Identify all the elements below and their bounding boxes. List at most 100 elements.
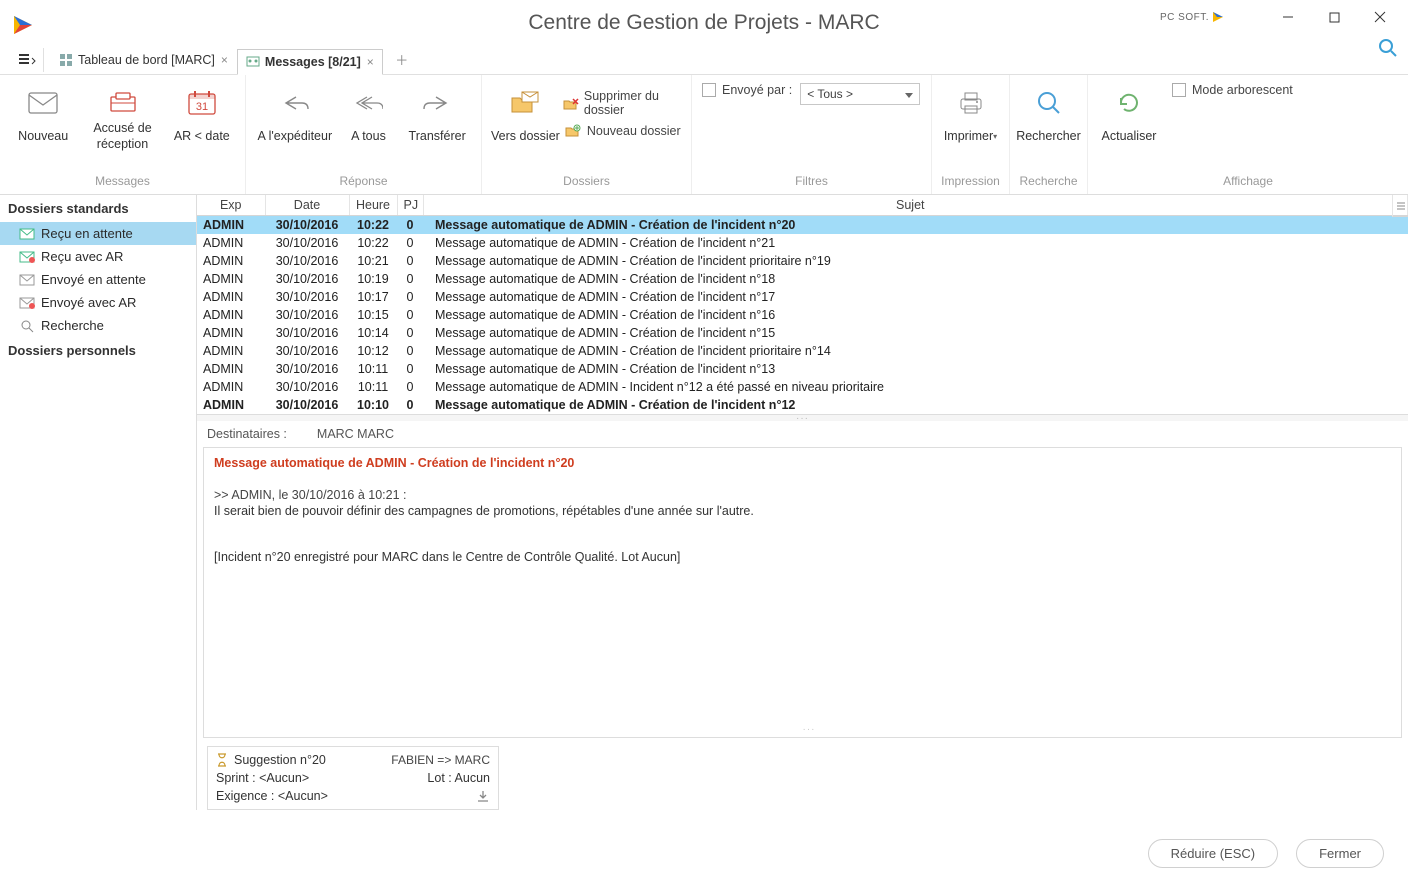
- reduce-button[interactable]: Réduire (ESC): [1148, 839, 1279, 868]
- branding-label: PC SOFT.: [1160, 10, 1225, 24]
- sidebar-section-standard: Dossiers standards: [0, 195, 196, 222]
- tree-mode-checkbox[interactable]: Mode arborescent: [1172, 83, 1293, 97]
- tab-dashboard[interactable]: Tableau de bord [MARC] ×: [50, 47, 237, 73]
- ribbon-refresh-button[interactable]: Actualiser: [1094, 79, 1164, 153]
- receipt-box-icon: [108, 85, 138, 121]
- ribbon-search-button[interactable]: Rechercher: [1016, 79, 1081, 153]
- ribbon-group-label: Filtres: [692, 172, 931, 194]
- add-tab-button[interactable]: ＋: [389, 50, 415, 69]
- mail-out-icon: [18, 274, 36, 286]
- table-row[interactable]: ADMIN30/10/201610:110Message automatique…: [197, 378, 1408, 396]
- mail-out-ar-icon: [18, 297, 36, 309]
- ribbon-to-folder-button[interactable]: Vers dossier: [488, 79, 563, 153]
- sidebar-item-sent-pending[interactable]: Envoyé en attente: [0, 268, 196, 291]
- calendar-icon: 31: [187, 85, 217, 121]
- sidebar-item-inbox-ar[interactable]: Reçu avec AR: [0, 245, 196, 268]
- dashboard-icon: [59, 53, 73, 67]
- table-row[interactable]: ADMIN30/10/201610:220Message automatique…: [197, 216, 1408, 235]
- folders-sidebar: Dossiers standards Reçu en attente Reçu …: [0, 195, 197, 810]
- folder-new-icon: [563, 124, 583, 138]
- ribbon-group-label: Messages: [0, 172, 245, 194]
- window-maximize-button[interactable]: [1311, 2, 1357, 32]
- quote-body: Il serait bien de pouvoir définir des ca…: [214, 504, 1391, 518]
- table-menu-button[interactable]: [1392, 195, 1408, 217]
- message-footer-note: [Incident n°20 enregistré pour MARC dans…: [214, 550, 1391, 564]
- tab-close-icon[interactable]: ×: [367, 55, 374, 69]
- sidebar-item-inbox-pending[interactable]: Reçu en attente: [0, 222, 196, 245]
- recipients-value: MARC MARC: [317, 427, 394, 441]
- mail-icon: [28, 85, 58, 121]
- close-button[interactable]: Fermer: [1296, 839, 1384, 868]
- ribbon-accuse-button[interactable]: Accusé de réception: [80, 79, 164, 153]
- col-header-sujet[interactable]: Sujet: [423, 195, 1408, 216]
- mail-ar-icon: [18, 251, 36, 263]
- ribbon-ardate-button[interactable]: 31 AR < date: [165, 79, 239, 153]
- app-logo: [10, 12, 36, 38]
- table-row[interactable]: ADMIN30/10/201610:100Message automatique…: [197, 396, 1408, 414]
- download-icon[interactable]: [476, 789, 490, 803]
- messages-pane: Exp Date Heure PJ Sujet ADMIN30/10/20161…: [197, 195, 1408, 810]
- search-icon: [18, 319, 36, 333]
- filter-sender-dropdown[interactable]: < Tous >: [800, 83, 920, 105]
- ribbon-delete-from-folder-button[interactable]: Supprimer du dossier: [563, 87, 685, 121]
- ribbon: Nouveau Accusé de réception 31 AR < date…: [0, 75, 1408, 195]
- tab-strip: Tableau de bord [MARC] × Messages [8/21]…: [0, 45, 1408, 75]
- table-row[interactable]: ADMIN30/10/201610:140Message automatique…: [197, 324, 1408, 342]
- quote-header: >> ADMIN, le 30/10/2016 à 10:21 :: [214, 488, 1391, 502]
- tab-list-menu-button[interactable]: [10, 48, 44, 72]
- col-header-date[interactable]: Date: [265, 195, 349, 216]
- move-to-folder-icon: [510, 85, 540, 121]
- ribbon-group-label: Impression: [932, 172, 1009, 194]
- ribbon-reply-button[interactable]: A l'expéditeur: [252, 79, 338, 153]
- printer-icon: [957, 85, 985, 121]
- sidebar-item-search[interactable]: Recherche: [0, 314, 196, 337]
- ribbon-reply-all-button[interactable]: A tous: [338, 79, 400, 153]
- table-row[interactable]: ADMIN30/10/201610:170Message automatique…: [197, 288, 1408, 306]
- recipients-row: Destinataires : MARC MARC: [197, 421, 1408, 447]
- reply-all-icon: [353, 85, 383, 121]
- ribbon-print-button[interactable]: Imprimer▾: [938, 79, 1003, 153]
- table-row[interactable]: ADMIN30/10/201610:210Message automatique…: [197, 252, 1408, 270]
- tab-label: Messages [8/21]: [265, 55, 361, 69]
- table-row[interactable]: ADMIN30/10/201610:220Message automatique…: [197, 234, 1408, 252]
- hourglass-icon: [216, 753, 228, 767]
- card-route: FABIEN => MARC: [391, 753, 490, 767]
- refresh-icon: [1116, 85, 1142, 121]
- folder-delete-icon: [563, 97, 580, 111]
- filter-sender-checkbox[interactable]: Envoyé par :: [702, 83, 792, 97]
- ribbon-forward-button[interactable]: Transférer: [399, 79, 475, 153]
- main-split: Dossiers standards Reçu en attente Reçu …: [0, 195, 1408, 810]
- tab-label: Tableau de bord [MARC]: [78, 53, 215, 67]
- ribbon-group-label: Dossiers: [482, 172, 691, 194]
- svg-text:31: 31: [196, 101, 208, 113]
- ribbon-new-folder-button[interactable]: Nouveau dossier: [563, 121, 685, 141]
- search-icon[interactable]: [1378, 38, 1398, 58]
- table-row[interactable]: ADMIN30/10/201610:120Message automatique…: [197, 342, 1408, 360]
- tab-close-icon[interactable]: ×: [221, 53, 228, 67]
- sidebar-item-sent-ar[interactable]: Envoyé avec AR: [0, 291, 196, 314]
- col-header-pj[interactable]: PJ: [397, 195, 423, 216]
- col-header-heure[interactable]: Heure: [349, 195, 397, 216]
- message-list: Exp Date Heure PJ Sujet ADMIN30/10/20161…: [197, 195, 1408, 415]
- table-row[interactable]: ADMIN30/10/201610:150Message automatique…: [197, 306, 1408, 324]
- tab-messages[interactable]: Messages [8/21] ×: [237, 49, 383, 75]
- ribbon-group-label: Affichage: [1088, 172, 1408, 194]
- recipients-label: Destinataires :: [207, 427, 287, 441]
- ribbon-nouveau-button[interactable]: Nouveau: [6, 79, 80, 153]
- window-minimize-button[interactable]: [1265, 2, 1311, 32]
- reply-icon: [280, 85, 310, 121]
- mail-in-icon: [18, 228, 36, 240]
- sidebar-section-personal: Dossiers personnels: [0, 337, 196, 364]
- window-title: Centre de Gestion de Projets - MARC: [528, 11, 879, 35]
- suggestion-card[interactable]: Suggestion n°20 FABIEN => MARC Sprint : …: [207, 746, 499, 810]
- ribbon-group-label: Réponse: [246, 172, 481, 194]
- table-row[interactable]: ADMIN30/10/201610:190Message automatique…: [197, 270, 1408, 288]
- window-close-button[interactable]: [1357, 2, 1403, 32]
- message-subject: Message automatique de ADMIN - Création …: [214, 456, 1391, 470]
- resize-grip-icon[interactable]: ···: [803, 724, 816, 735]
- card-title: Suggestion n°20: [234, 753, 391, 767]
- titlebar: Centre de Gestion de Projets - MARC PC S…: [0, 0, 1408, 45]
- col-header-exp[interactable]: Exp: [197, 195, 265, 216]
- table-row[interactable]: ADMIN30/10/201610:110Message automatique…: [197, 360, 1408, 378]
- message-body[interactable]: Message automatique de ADMIN - Création …: [203, 447, 1402, 738]
